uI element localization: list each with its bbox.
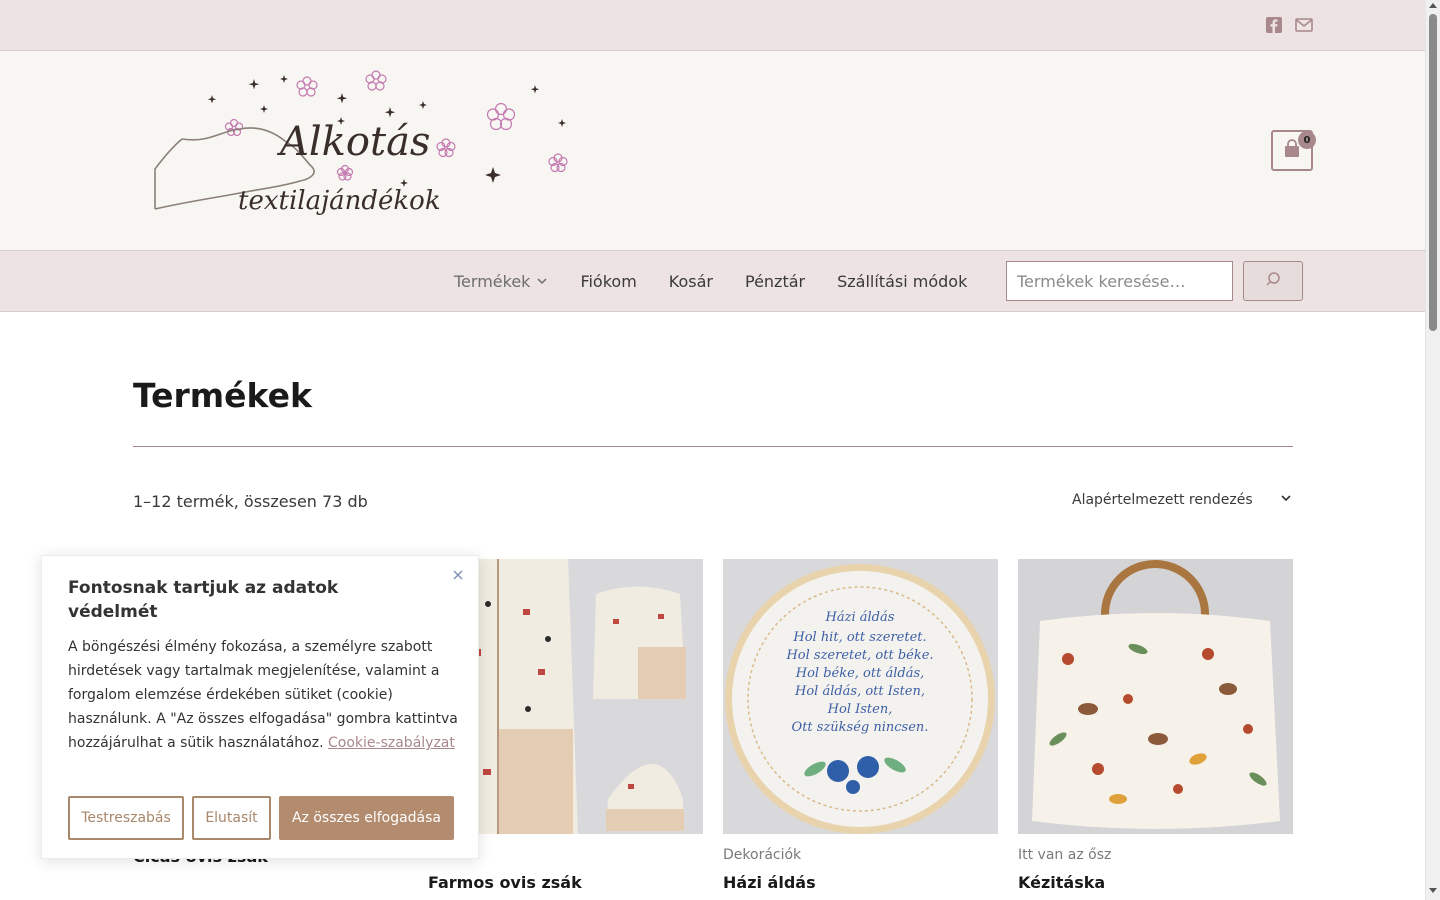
logo-main-text: Alkotás [276,119,430,165]
product-category[interactable]: Itt van az ősz [1018,847,1293,863]
main-navigation: Termékek Fiókom Kosár Pénztár Szállítási… [0,250,1425,312]
cookie-consent-banner: Fontosnak tartjuk az adatok védelmét A b… [41,555,479,859]
nav-item-label: Szállítási módok [837,271,968,291]
product-name[interactable]: Házi áldás [723,873,998,892]
customize-button[interactable]: Testreszabás [68,796,184,840]
reject-button[interactable]: Elutasít [192,796,271,840]
orderby-select[interactable]: Alapértelmezett rendezés [1072,489,1293,511]
product-name[interactable]: Farmos ovis zsák [428,873,703,892]
nav-item-termekek[interactable]: Termékek [454,272,548,291]
nav-item-label: Termékek [454,271,531,291]
product-image[interactable]: Házi áldás Hol hit, ott szeretet. Hol sz… [723,559,998,834]
social-links [1265,16,1313,34]
nav-menu: Termékek Fiókom Kosár Pénztár Szállítási… [454,251,999,311]
cookie-text: A böngészési élmény fokozása, a személyr… [68,635,458,755]
embroidery-line: Hol béke, ott áldás, [795,666,925,681]
nav-item-kosar[interactable]: Kosár [669,272,713,291]
result-count: 1–12 termék, összesen 73 db [133,492,368,511]
product-card[interactable]: Házi áldás Hol hit, ott szeretet. Hol sz… [723,559,998,892]
chevron-down-icon [536,272,548,291]
embroidery-line: Hol szeretet, ott béke. [785,648,933,663]
orderby-selected-value: Alapértelmezett rendezés [1072,492,1253,508]
nav-item-label: Fiókom [580,271,637,291]
embroidery-line: Hol Isten, [827,702,893,717]
facebook-icon[interactable] [1265,16,1283,34]
nav-item-label: Pénztár [744,271,806,291]
mail-icon[interactable] [1295,16,1313,34]
embroidery-line: Ott szükség nincsen. [792,720,929,735]
product-category[interactable]: Dekorációk [723,847,998,863]
nav-item-szallitasi-modok[interactable]: Szállítási módok [837,272,967,291]
product-image[interactable] [1018,559,1293,834]
cookie-title: Fontosnak tartjuk az adatok védelmét [68,578,339,622]
product-search-input[interactable] [1006,261,1233,301]
site-logo[interactable]: Alkotás textilajándékok [150,69,575,239]
page-title: Termékek [133,376,312,415]
logo-sub-text: textilajándékok [238,186,441,216]
search-icon [1265,271,1281,291]
accept-all-button[interactable]: Az összes elfogadása [279,796,454,840]
search-button[interactable] [1243,261,1303,301]
vertical-scrollbar[interactable] [1425,0,1440,900]
embroidery-line: Hol áldás, ott Isten, [794,684,925,699]
nav-item-penztar[interactable]: Pénztár [745,272,805,291]
product-card[interactable]: Itt van az ősz Kézitáska [1018,559,1293,892]
embroidery-line: Házi áldás [825,610,895,625]
product-name[interactable]: Kézitáska [1018,873,1293,892]
chevron-down-icon [1279,491,1293,509]
title-divider [133,446,1293,447]
top-bar [0,0,1425,51]
embroidery-line: Hol hit, ott szeretet. [792,630,926,645]
cart-count-badge: 0 [1298,131,1316,149]
close-icon[interactable] [452,566,464,580]
page: Alkotás textilajándékok 0 Termékek Fióko… [0,0,1440,900]
site-header: Alkotás textilajándékok 0 [0,51,1425,250]
scrollbar-thumb[interactable] [1429,14,1437,331]
scroll-up-arrow-icon[interactable] [1429,3,1437,8]
nav-item-fiokom[interactable]: Fiókom [580,272,636,291]
nav-item-label: Kosár [668,271,713,291]
cookie-policy-link[interactable]: Cookie-szabályzat [328,735,455,751]
scroll-down-arrow-icon[interactable] [1429,888,1437,893]
